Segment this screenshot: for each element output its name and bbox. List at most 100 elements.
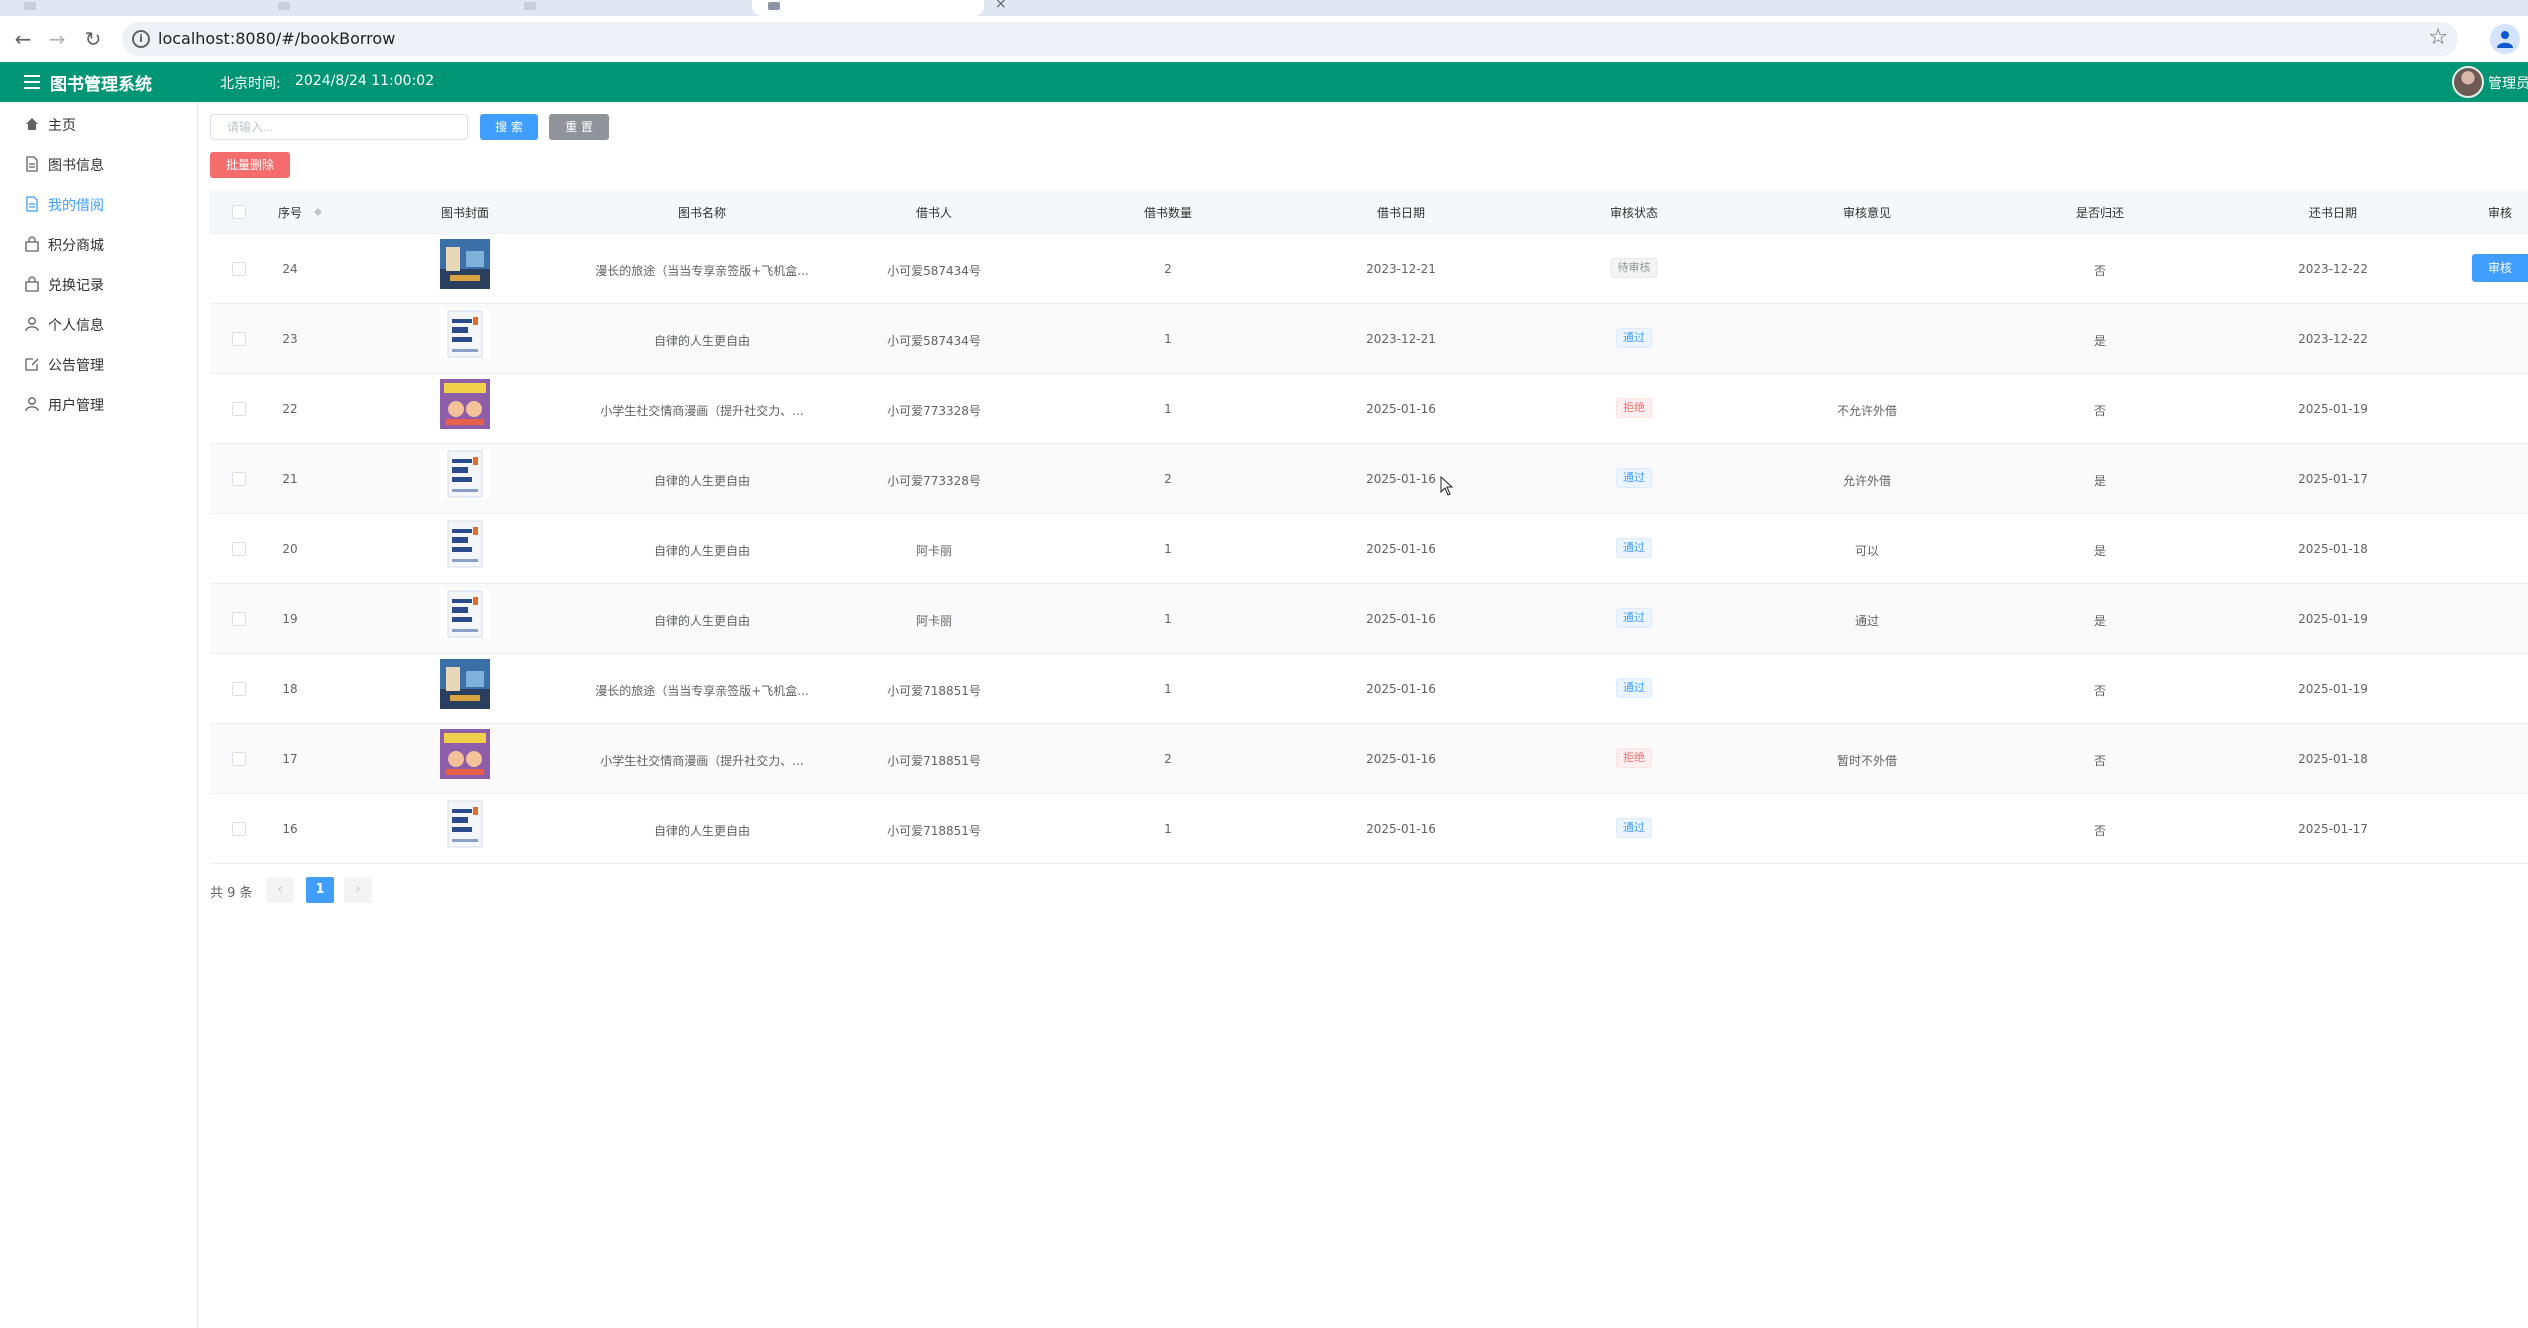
cell-borrow-date: 2025-01-16 (1366, 612, 1436, 626)
browser-tab[interactable] (262, 0, 492, 16)
book-cover-image[interactable] (440, 589, 490, 639)
book-cover-image[interactable] (440, 379, 490, 429)
status-badge: 通过 (1616, 608, 1652, 628)
cell-id: 17 (282, 752, 298, 766)
cell-borrower: 小可爱718851号 (887, 684, 981, 698)
cell-borrower: 小可爱587434号 (887, 264, 981, 278)
prev-page-button[interactable]: ‹ (266, 877, 294, 903)
th-returned: 是否归还 (2075, 206, 2125, 220)
sidebar-item[interactable]: 图书信息 (0, 144, 198, 184)
browser-tab[interactable] (8, 0, 248, 16)
status-badge: 通过 (1616, 468, 1652, 488)
row-checkbox[interactable] (232, 332, 246, 346)
browser-tab-active[interactable] (752, 0, 984, 16)
table-header: 序号 图书封面 图书名称 借书人 借书数量 借书日期 审核状态 审核意见 是否归… (210, 190, 2528, 234)
row-checkbox[interactable] (232, 822, 246, 836)
cell-returned: 是 (2093, 614, 2107, 628)
book-cover-image[interactable] (440, 309, 490, 359)
book-cover-image[interactable] (440, 729, 490, 779)
cell-quantity: 1 (1164, 822, 1172, 836)
mouse-cursor-icon (1440, 476, 1454, 496)
row-checkbox[interactable] (232, 402, 246, 416)
cell-borrower: 阿卡丽 (915, 614, 953, 628)
app-header: 图书管理系统 北京时间: 2024/8/24 11:00:02 管理员 (0, 62, 2528, 102)
document-icon (24, 156, 40, 172)
next-page-button[interactable]: › (344, 877, 372, 903)
sort-caret-icon[interactable] (314, 204, 322, 218)
table-row[interactable]: 23 自律的人生更自由 小可爱587434号 1 2023-12-21 是 2023-12-… (210, 304, 2528, 374)
row-checkbox[interactable] (232, 682, 246, 696)
edit-icon (24, 356, 40, 372)
book-cover-image[interactable] (440, 519, 490, 569)
cell-return-date: 2025-01-17 (2298, 472, 2368, 486)
site-info-icon[interactable]: i (132, 30, 150, 48)
status-badge: 通过 (1616, 678, 1652, 698)
user-name[interactable]: 管理员 (2488, 73, 2528, 93)
forward-arrow-icon[interactable]: → (44, 26, 70, 52)
sidebar-item[interactable]: 用户管理 (0, 384, 198, 424)
reload-icon[interactable]: ↻ (80, 26, 106, 52)
table-row[interactable]: 18 漫长的旅途（当当专享亲签版+飞机盒... 小可爱718851号 1 2025-01… (210, 654, 2528, 724)
cell-borrower: 小可爱718851号 (887, 754, 981, 768)
tab-close-icon[interactable]: × (995, 0, 1007, 12)
sidebar-item-label: 我的借阅 (48, 198, 104, 214)
batch-delete-button[interactable]: 批量删除 (210, 152, 290, 178)
cell-return-date: 2023-12-22 (2298, 262, 2368, 276)
cell-return-date: 2025-01-18 (2298, 752, 2368, 766)
table-row[interactable]: 22 小学生社交情商漫画（提升社交力、... 小可爱773328号 1 2025-01-… (210, 374, 2528, 444)
book-cover-image[interactable] (440, 449, 490, 499)
row-checkbox[interactable] (232, 472, 246, 486)
table-row[interactable]: 20 自律的人生更自由 阿卡丽 1 2025-01-16 可以 是 2025-01-18 通过 (210, 514, 2528, 584)
reset-button[interactable]: 重 置 (549, 114, 609, 140)
cell-opinion: 可以 (1854, 544, 1880, 558)
browser-profile-button[interactable] (2490, 24, 2520, 54)
cell-borrower: 小可爱773328号 (887, 404, 981, 418)
row-checkbox[interactable] (232, 262, 246, 276)
row-checkbox[interactable] (232, 542, 246, 556)
browser-tab[interactable] (508, 0, 748, 16)
search-input[interactable] (210, 114, 468, 140)
th-name: 图书名称 (677, 206, 727, 220)
book-cover-image[interactable] (440, 239, 490, 289)
select-all-checkbox[interactable] (232, 205, 246, 219)
cell-borrow-date: 2023-12-21 (1366, 332, 1436, 346)
sidebar-item[interactable]: 积分商城 (0, 224, 198, 264)
sidebar-item[interactable]: 我的借阅 (0, 184, 198, 224)
address-url[interactable]: localhost:8080/#/bookBorrow (158, 29, 395, 48)
cell-quantity: 1 (1164, 612, 1172, 626)
book-cover-image[interactable] (440, 799, 490, 849)
th-id[interactable]: 序号 (278, 204, 302, 221)
row-checkbox[interactable] (232, 752, 246, 766)
cell-name: 漫长的旅途（当当专享亲签版+飞机盒... (595, 684, 809, 698)
status-badge: 拒绝 (1616, 398, 1652, 418)
cell-returned: 否 (2093, 404, 2107, 418)
home-icon (24, 116, 40, 132)
avatar[interactable] (2452, 66, 2484, 98)
cell-id: 20 (282, 542, 298, 556)
pagination-total: 共 9 条 (210, 886, 253, 901)
sidebar: 主页 图书信息我的借阅积分商城 兑换记录 个人信息 公告管理 用户管理 (0, 102, 198, 1328)
book-cover-image[interactable] (440, 659, 490, 709)
cell-quantity: 1 (1164, 542, 1172, 556)
sidebar-item[interactable]: 个人信息 (0, 304, 198, 344)
cell-id: 18 (282, 682, 298, 696)
table-row[interactable]: 17 小学生社交情商漫画（提升社交力、... 小可爱718851号 2 2025-01-… (210, 724, 2528, 794)
cell-name: 小学生社交情商漫画（提升社交力、... (600, 404, 804, 418)
table-row[interactable]: 21 自律的人生更自由 小可爱773328号 2 2025-01-16 允许外借 是 2025… (210, 444, 2528, 514)
search-button[interactable]: 搜 索 (480, 114, 538, 140)
bookmark-star-icon[interactable]: ☆ (2428, 25, 2448, 50)
table-row[interactable]: 24 漫长的旅途（当当专享亲签版+飞机盒... 小可爱587434号 2 2023-12… (210, 234, 2528, 304)
sidebar-item[interactable]: 公告管理 (0, 344, 198, 384)
table-row[interactable]: 19 自律的人生更自由 阿卡丽 1 2025-01-16 通过 是 2025-01-19 通过 (210, 584, 2528, 654)
address-bar[interactable]: i localhost:8080/#/bookBorrow ☆ (122, 22, 2458, 56)
sidebar-item[interactable]: 主页 (0, 104, 198, 144)
page-number-button[interactable]: 1 (306, 877, 334, 903)
review-button[interactable]: 审核 (2472, 254, 2528, 282)
clock-label: 北京时间: (220, 76, 281, 92)
menu-toggle-icon[interactable] (24, 75, 40, 89)
back-arrow-icon[interactable]: ← (10, 26, 36, 52)
row-checkbox[interactable] (232, 612, 246, 626)
table-row[interactable]: 16 自律的人生更自由 小可爱718851号 1 2025-01-16 否 2025-01-… (210, 794, 2528, 864)
sidebar-item[interactable]: 兑换记录 (0, 264, 198, 304)
th-borrow-date: 借书日期 (1376, 206, 1426, 220)
